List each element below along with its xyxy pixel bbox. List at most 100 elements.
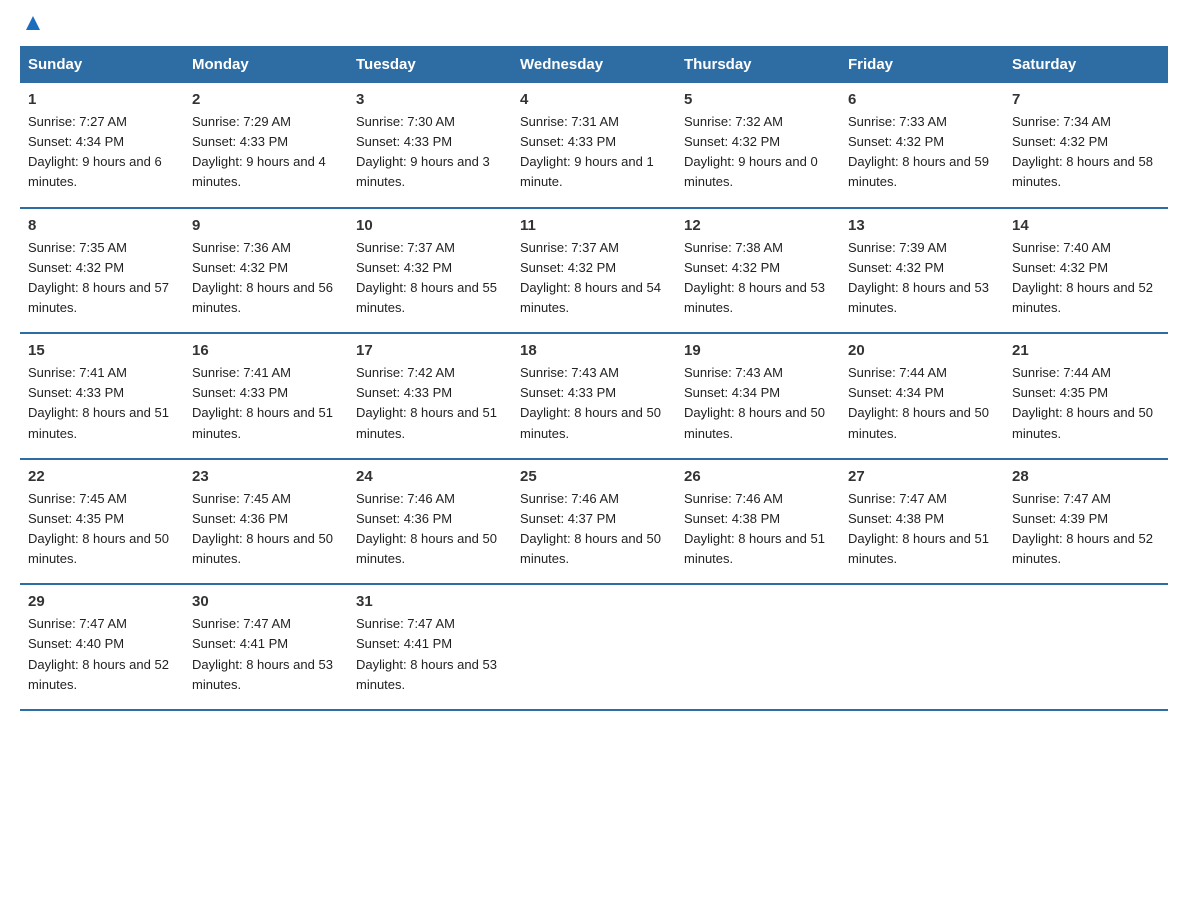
day-number: 24	[356, 468, 504, 485]
day-number: 16	[192, 342, 340, 359]
calendar-header-monday: Monday	[184, 46, 348, 83]
calendar-day-cell: 24 Sunrise: 7:46 AMSunset: 4:36 PMDaylig…	[348, 459, 512, 585]
day-number: 18	[520, 342, 668, 359]
calendar-header-thursday: Thursday	[676, 46, 840, 83]
page-header	[20, 20, 1168, 26]
day-number: 11	[520, 217, 668, 234]
day-info: Sunrise: 7:27 AMSunset: 4:34 PMDaylight:…	[28, 114, 162, 189]
calendar-day-cell: 25 Sunrise: 7:46 AMSunset: 4:37 PMDaylig…	[512, 459, 676, 585]
calendar-day-cell: 12 Sunrise: 7:38 AMSunset: 4:32 PMDaylig…	[676, 208, 840, 334]
day-info: Sunrise: 7:42 AMSunset: 4:33 PMDaylight:…	[356, 365, 497, 440]
calendar-day-cell: 2 Sunrise: 7:29 AMSunset: 4:33 PMDayligh…	[184, 83, 348, 208]
day-number: 13	[848, 217, 996, 234]
day-info: Sunrise: 7:35 AMSunset: 4:32 PMDaylight:…	[28, 240, 169, 315]
day-info: Sunrise: 7:46 AMSunset: 4:36 PMDaylight:…	[356, 491, 497, 566]
calendar-day-cell: 28 Sunrise: 7:47 AMSunset: 4:39 PMDaylig…	[1004, 459, 1168, 585]
calendar-day-cell	[840, 584, 1004, 710]
day-number: 14	[1012, 217, 1160, 234]
day-info: Sunrise: 7:45 AMSunset: 4:35 PMDaylight:…	[28, 491, 169, 566]
day-number: 20	[848, 342, 996, 359]
calendar-day-cell: 7 Sunrise: 7:34 AMSunset: 4:32 PMDayligh…	[1004, 83, 1168, 208]
day-number: 10	[356, 217, 504, 234]
day-number: 7	[1012, 91, 1160, 108]
day-number: 25	[520, 468, 668, 485]
calendar-day-cell: 21 Sunrise: 7:44 AMSunset: 4:35 PMDaylig…	[1004, 333, 1168, 459]
day-info: Sunrise: 7:39 AMSunset: 4:32 PMDaylight:…	[848, 240, 989, 315]
day-info: Sunrise: 7:37 AMSunset: 4:32 PMDaylight:…	[356, 240, 497, 315]
day-number: 9	[192, 217, 340, 234]
calendar-day-cell: 27 Sunrise: 7:47 AMSunset: 4:38 PMDaylig…	[840, 459, 1004, 585]
day-number: 28	[1012, 468, 1160, 485]
logo-triangle-icon	[22, 12, 44, 34]
day-number: 17	[356, 342, 504, 359]
day-info: Sunrise: 7:29 AMSunset: 4:33 PMDaylight:…	[192, 114, 326, 189]
calendar-day-cell: 26 Sunrise: 7:46 AMSunset: 4:38 PMDaylig…	[676, 459, 840, 585]
calendar-day-cell	[512, 584, 676, 710]
calendar-week-row: 15 Sunrise: 7:41 AMSunset: 4:33 PMDaylig…	[20, 333, 1168, 459]
calendar-day-cell: 29 Sunrise: 7:47 AMSunset: 4:40 PMDaylig…	[20, 584, 184, 710]
calendar-day-cell: 22 Sunrise: 7:45 AMSunset: 4:35 PMDaylig…	[20, 459, 184, 585]
day-info: Sunrise: 7:41 AMSunset: 4:33 PMDaylight:…	[192, 365, 333, 440]
calendar-day-cell: 13 Sunrise: 7:39 AMSunset: 4:32 PMDaylig…	[840, 208, 1004, 334]
calendar-header-wednesday: Wednesday	[512, 46, 676, 83]
day-number: 12	[684, 217, 832, 234]
day-number: 1	[28, 91, 176, 108]
day-number: 26	[684, 468, 832, 485]
day-number: 2	[192, 91, 340, 108]
day-number: 5	[684, 91, 832, 108]
day-info: Sunrise: 7:41 AMSunset: 4:33 PMDaylight:…	[28, 365, 169, 440]
calendar-day-cell: 1 Sunrise: 7:27 AMSunset: 4:34 PMDayligh…	[20, 83, 184, 208]
calendar-day-cell: 23 Sunrise: 7:45 AMSunset: 4:36 PMDaylig…	[184, 459, 348, 585]
day-number: 23	[192, 468, 340, 485]
day-info: Sunrise: 7:40 AMSunset: 4:32 PMDaylight:…	[1012, 240, 1153, 315]
day-info: Sunrise: 7:31 AMSunset: 4:33 PMDaylight:…	[520, 114, 654, 189]
calendar-day-cell: 9 Sunrise: 7:36 AMSunset: 4:32 PMDayligh…	[184, 208, 348, 334]
calendar-day-cell: 15 Sunrise: 7:41 AMSunset: 4:33 PMDaylig…	[20, 333, 184, 459]
calendar-header-sunday: Sunday	[20, 46, 184, 83]
calendar-day-cell: 5 Sunrise: 7:32 AMSunset: 4:32 PMDayligh…	[676, 83, 840, 208]
calendar-day-cell: 10 Sunrise: 7:37 AMSunset: 4:32 PMDaylig…	[348, 208, 512, 334]
calendar-day-cell: 20 Sunrise: 7:44 AMSunset: 4:34 PMDaylig…	[840, 333, 1004, 459]
calendar-day-cell	[1004, 584, 1168, 710]
day-number: 30	[192, 593, 340, 610]
calendar-day-cell: 3 Sunrise: 7:30 AMSunset: 4:33 PMDayligh…	[348, 83, 512, 208]
day-info: Sunrise: 7:37 AMSunset: 4:32 PMDaylight:…	[520, 240, 661, 315]
calendar-day-cell	[676, 584, 840, 710]
day-info: Sunrise: 7:30 AMSunset: 4:33 PMDaylight:…	[356, 114, 490, 189]
calendar-day-cell: 6 Sunrise: 7:33 AMSunset: 4:32 PMDayligh…	[840, 83, 1004, 208]
calendar-day-cell: 14 Sunrise: 7:40 AMSunset: 4:32 PMDaylig…	[1004, 208, 1168, 334]
day-info: Sunrise: 7:46 AMSunset: 4:38 PMDaylight:…	[684, 491, 825, 566]
calendar-header-friday: Friday	[840, 46, 1004, 83]
day-info: Sunrise: 7:47 AMSunset: 4:41 PMDaylight:…	[356, 616, 497, 691]
day-info: Sunrise: 7:43 AMSunset: 4:34 PMDaylight:…	[684, 365, 825, 440]
calendar-day-cell: 11 Sunrise: 7:37 AMSunset: 4:32 PMDaylig…	[512, 208, 676, 334]
day-number: 31	[356, 593, 504, 610]
calendar-day-cell: 8 Sunrise: 7:35 AMSunset: 4:32 PMDayligh…	[20, 208, 184, 334]
day-number: 27	[848, 468, 996, 485]
calendar-week-row: 8 Sunrise: 7:35 AMSunset: 4:32 PMDayligh…	[20, 208, 1168, 334]
day-info: Sunrise: 7:38 AMSunset: 4:32 PMDaylight:…	[684, 240, 825, 315]
day-number: 22	[28, 468, 176, 485]
calendar-header-row: SundayMondayTuesdayWednesdayThursdayFrid…	[20, 46, 1168, 83]
calendar-week-row: 29 Sunrise: 7:47 AMSunset: 4:40 PMDaylig…	[20, 584, 1168, 710]
day-info: Sunrise: 7:32 AMSunset: 4:32 PMDaylight:…	[684, 114, 818, 189]
day-info: Sunrise: 7:47 AMSunset: 4:39 PMDaylight:…	[1012, 491, 1153, 566]
calendar-day-cell: 18 Sunrise: 7:43 AMSunset: 4:33 PMDaylig…	[512, 333, 676, 459]
day-number: 21	[1012, 342, 1160, 359]
day-info: Sunrise: 7:33 AMSunset: 4:32 PMDaylight:…	[848, 114, 989, 189]
day-info: Sunrise: 7:47 AMSunset: 4:40 PMDaylight:…	[28, 616, 169, 691]
calendar-day-cell: 4 Sunrise: 7:31 AMSunset: 4:33 PMDayligh…	[512, 83, 676, 208]
calendar-day-cell: 17 Sunrise: 7:42 AMSunset: 4:33 PMDaylig…	[348, 333, 512, 459]
day-info: Sunrise: 7:36 AMSunset: 4:32 PMDaylight:…	[192, 240, 333, 315]
calendar-table: SundayMondayTuesdayWednesdayThursdayFrid…	[20, 46, 1168, 711]
calendar-day-cell: 16 Sunrise: 7:41 AMSunset: 4:33 PMDaylig…	[184, 333, 348, 459]
calendar-day-cell: 30 Sunrise: 7:47 AMSunset: 4:41 PMDaylig…	[184, 584, 348, 710]
calendar-day-cell: 31 Sunrise: 7:47 AMSunset: 4:41 PMDaylig…	[348, 584, 512, 710]
day-info: Sunrise: 7:47 AMSunset: 4:41 PMDaylight:…	[192, 616, 333, 691]
day-info: Sunrise: 7:45 AMSunset: 4:36 PMDaylight:…	[192, 491, 333, 566]
day-info: Sunrise: 7:34 AMSunset: 4:32 PMDaylight:…	[1012, 114, 1153, 189]
calendar-header-saturday: Saturday	[1004, 46, 1168, 83]
calendar-day-cell: 19 Sunrise: 7:43 AMSunset: 4:34 PMDaylig…	[676, 333, 840, 459]
day-number: 8	[28, 217, 176, 234]
calendar-week-row: 1 Sunrise: 7:27 AMSunset: 4:34 PMDayligh…	[20, 83, 1168, 208]
